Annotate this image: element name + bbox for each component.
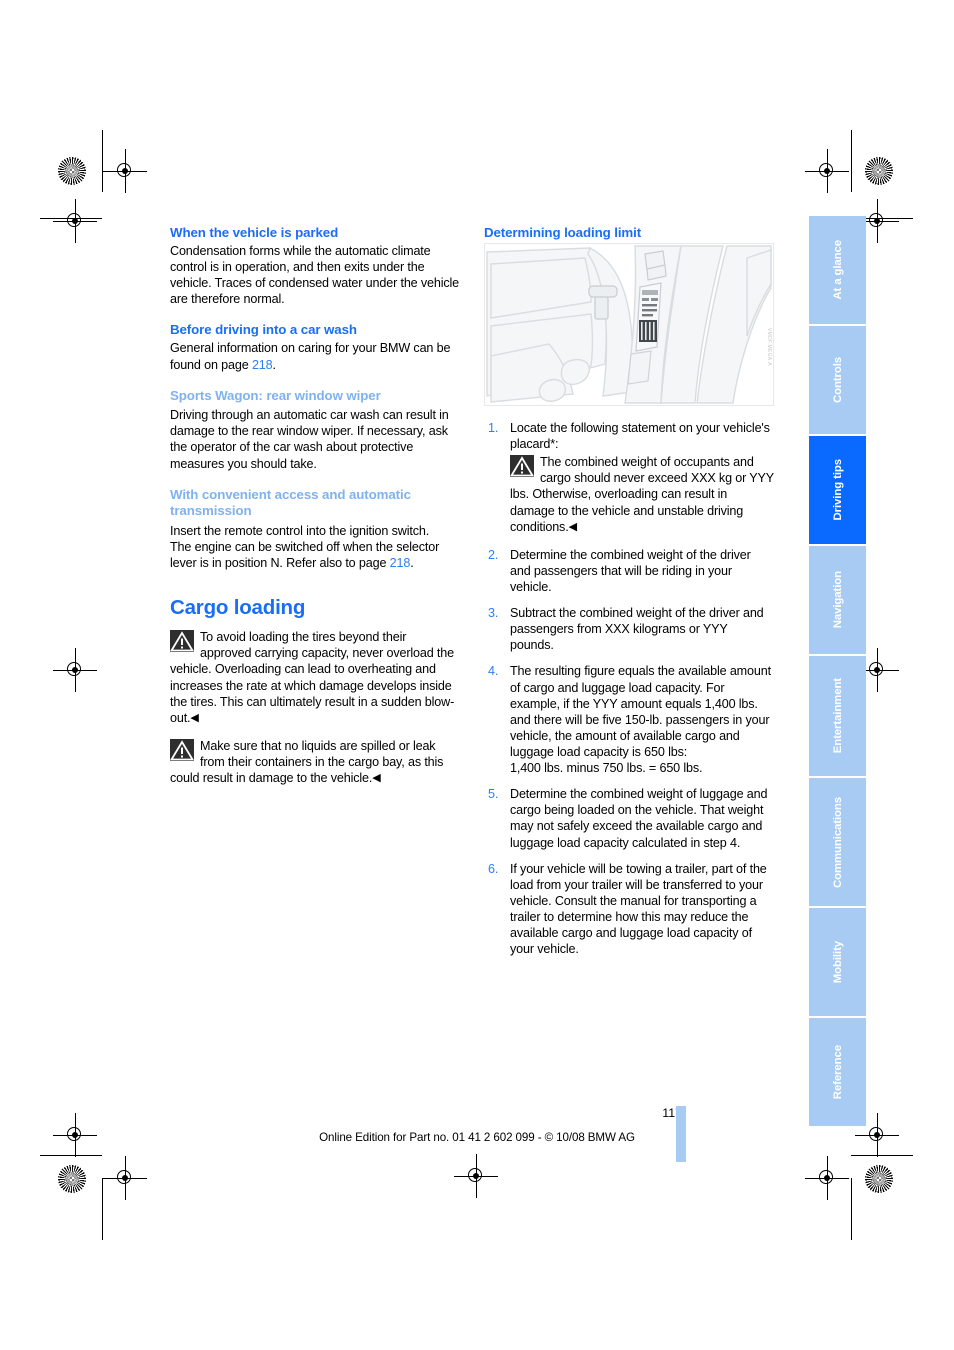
step-number: 1.: [488, 421, 499, 435]
registration-target: [805, 149, 849, 193]
list-item: 1. Locate the following statement on you…: [484, 420, 774, 535]
loading-limit-steps: 1. Locate the following statement on you…: [484, 420, 774, 957]
body-when-parked: Condensation forms while the automatic c…: [170, 244, 460, 307]
tab-navigation[interactable]: Navigation: [809, 546, 866, 654]
crop-mark-line: [851, 1178, 852, 1240]
tab-label: Mobility: [831, 940, 844, 984]
registration-target: [103, 149, 147, 193]
manual-page: When the vehicle is parked Condensation …: [0, 0, 954, 1350]
warning-text-liquids: Make sure that no liquids are spilled or…: [170, 738, 444, 786]
crop-mark-line: [851, 1155, 913, 1156]
crop-mark-line: [851, 130, 852, 192]
step-text: Locate the following statement on your v…: [510, 421, 770, 452]
registration-target: [103, 1156, 147, 1200]
body-car-wash-suffix: .: [272, 357, 277, 372]
tab-label: Controls: [831, 356, 844, 404]
step-number: 2.: [488, 547, 499, 562]
heading-sports-wagon-wiper: Sports Wagon: rear window wiper: [170, 387, 381, 403]
page-reference-link[interactable]: 218: [252, 358, 273, 372]
tab-entertainment[interactable]: Entertainment: [809, 656, 866, 776]
warning-text-placard: The combined weight of occupants and car…: [510, 455, 774, 534]
warning-text-overloading: To avoid loading the tires beyond their …: [170, 630, 455, 725]
step-text: Determine the combined weight of luggage…: [510, 787, 768, 850]
step-number: 5.: [488, 787, 499, 802]
list-item: 2. Determine the combined weight of the …: [484, 547, 774, 595]
tab-label: Driving tips: [831, 459, 844, 521]
registration-target: [855, 199, 899, 243]
warning-block-liquids: Make sure that no liquids are spilled or…: [170, 738, 460, 786]
list-item: 4. The resulting figure equals the avail…: [484, 663, 774, 776]
heading-when-parked: When the vehicle is parked: [170, 225, 339, 240]
warning-triangle-icon: [170, 738, 194, 761]
step-number: 6.: [488, 861, 499, 876]
page-reference-link[interactable]: 218: [390, 556, 411, 570]
crop-mark-line: [102, 1178, 103, 1240]
step-text: Determine the combined weight of the dri…: [510, 547, 751, 594]
registration-star-target: [865, 157, 893, 185]
step-text: The resulting figure equals the availabl…: [510, 664, 771, 759]
registration-star-target: [58, 157, 86, 185]
figure-credit: VMDF.MEGA.A: [766, 328, 772, 366]
step-number: 3.: [488, 606, 499, 621]
page-number: 117: [662, 1106, 682, 1120]
left-column: When the vehicle is parked Condensation …: [170, 225, 460, 967]
step-text-secondary: 1,400 lbs. minus 750 lbs. = 650 lbs.: [510, 761, 703, 776]
footer-accent-bar: [676, 1106, 686, 1162]
tab-label: At a glance: [831, 240, 844, 300]
tab-label: Navigation: [831, 571, 844, 629]
body-car-wash-text: General information on caring for your B…: [170, 341, 451, 372]
body-convenient-access-line2: The engine can be switched off when the …: [170, 539, 460, 571]
heading-convenient-access: With convenient access and automatic tra…: [170, 486, 411, 519]
tab-communications[interactable]: Communications: [809, 778, 866, 906]
tab-mobility[interactable]: Mobility: [809, 908, 866, 1016]
crop-mark-line: [40, 1155, 102, 1156]
registration-target: [454, 1154, 498, 1198]
warning-end-marker: ◀: [190, 711, 199, 724]
registration-star-target: [58, 1165, 86, 1193]
list-item: 3. Subtract the combined weight of the d…: [484, 605, 774, 653]
page-title: Cargo loading: [170, 596, 306, 620]
warning-block-placard-statement: The combined weight of occupants and car…: [510, 454, 774, 535]
body-convenient-access-line1: Insert the remote control into the ignit…: [170, 523, 430, 538]
figure-door-jamb-placard: VMDF.MEGA.A: [484, 243, 774, 406]
warning-triangle-icon: [510, 455, 534, 478]
footer-edition-note: Online Edition for Part no. 01 41 2 602 …: [319, 1131, 635, 1144]
section-tabs: At a glance Controls Driving tips Naviga…: [809, 216, 866, 1128]
heading-car-wash: Before driving into a car wash: [170, 322, 357, 338]
crop-mark-line: [102, 130, 103, 192]
list-item: 6. If your vehicle will be towing a trai…: [484, 861, 774, 958]
step-text: If your vehicle will be towing a trailer…: [510, 861, 767, 957]
right-column: Determining loading limit VMDF.MEGA.A 1.…: [484, 225, 774, 967]
body-car-wash: General information on caring for your B…: [170, 340, 460, 372]
tab-reference[interactable]: Reference: [809, 1018, 866, 1126]
door-jamb-illustration: [485, 244, 773, 405]
warning-block-overloading: To avoid loading the tires beyond their …: [170, 629, 460, 726]
step-number: 4.: [488, 664, 499, 679]
tab-label: Reference: [831, 1044, 844, 1100]
registration-target: [53, 648, 97, 692]
registration-star-target: [865, 1165, 893, 1193]
warning-end-marker: ◀: [372, 772, 381, 785]
page-content: When the vehicle is parked Condensation …: [170, 225, 790, 967]
registration-target: [805, 1156, 849, 1200]
step-text: Subtract the combined weight of the driv…: [510, 606, 764, 653]
warning-end-marker: ◀: [568, 520, 577, 533]
body-sports-wagon-wiper: Driving through an automatic car wash ca…: [170, 408, 449, 471]
tab-driving-tips[interactable]: Driving tips: [809, 436, 866, 544]
tab-at-a-glance[interactable]: At a glance: [809, 216, 866, 324]
tab-controls[interactable]: Controls: [809, 326, 866, 434]
heading-determining-loading-limit: Determining loading limit: [484, 225, 642, 240]
tab-label: Communications: [831, 796, 844, 888]
list-item: 5. Determine the combined weight of lugg…: [484, 786, 774, 850]
warning-triangle-icon: [170, 630, 194, 653]
body-convenient-access-suffix: .: [410, 556, 414, 571]
tab-label: Entertainment: [831, 678, 844, 754]
registration-target: [855, 648, 899, 692]
registration-target: [53, 199, 97, 243]
